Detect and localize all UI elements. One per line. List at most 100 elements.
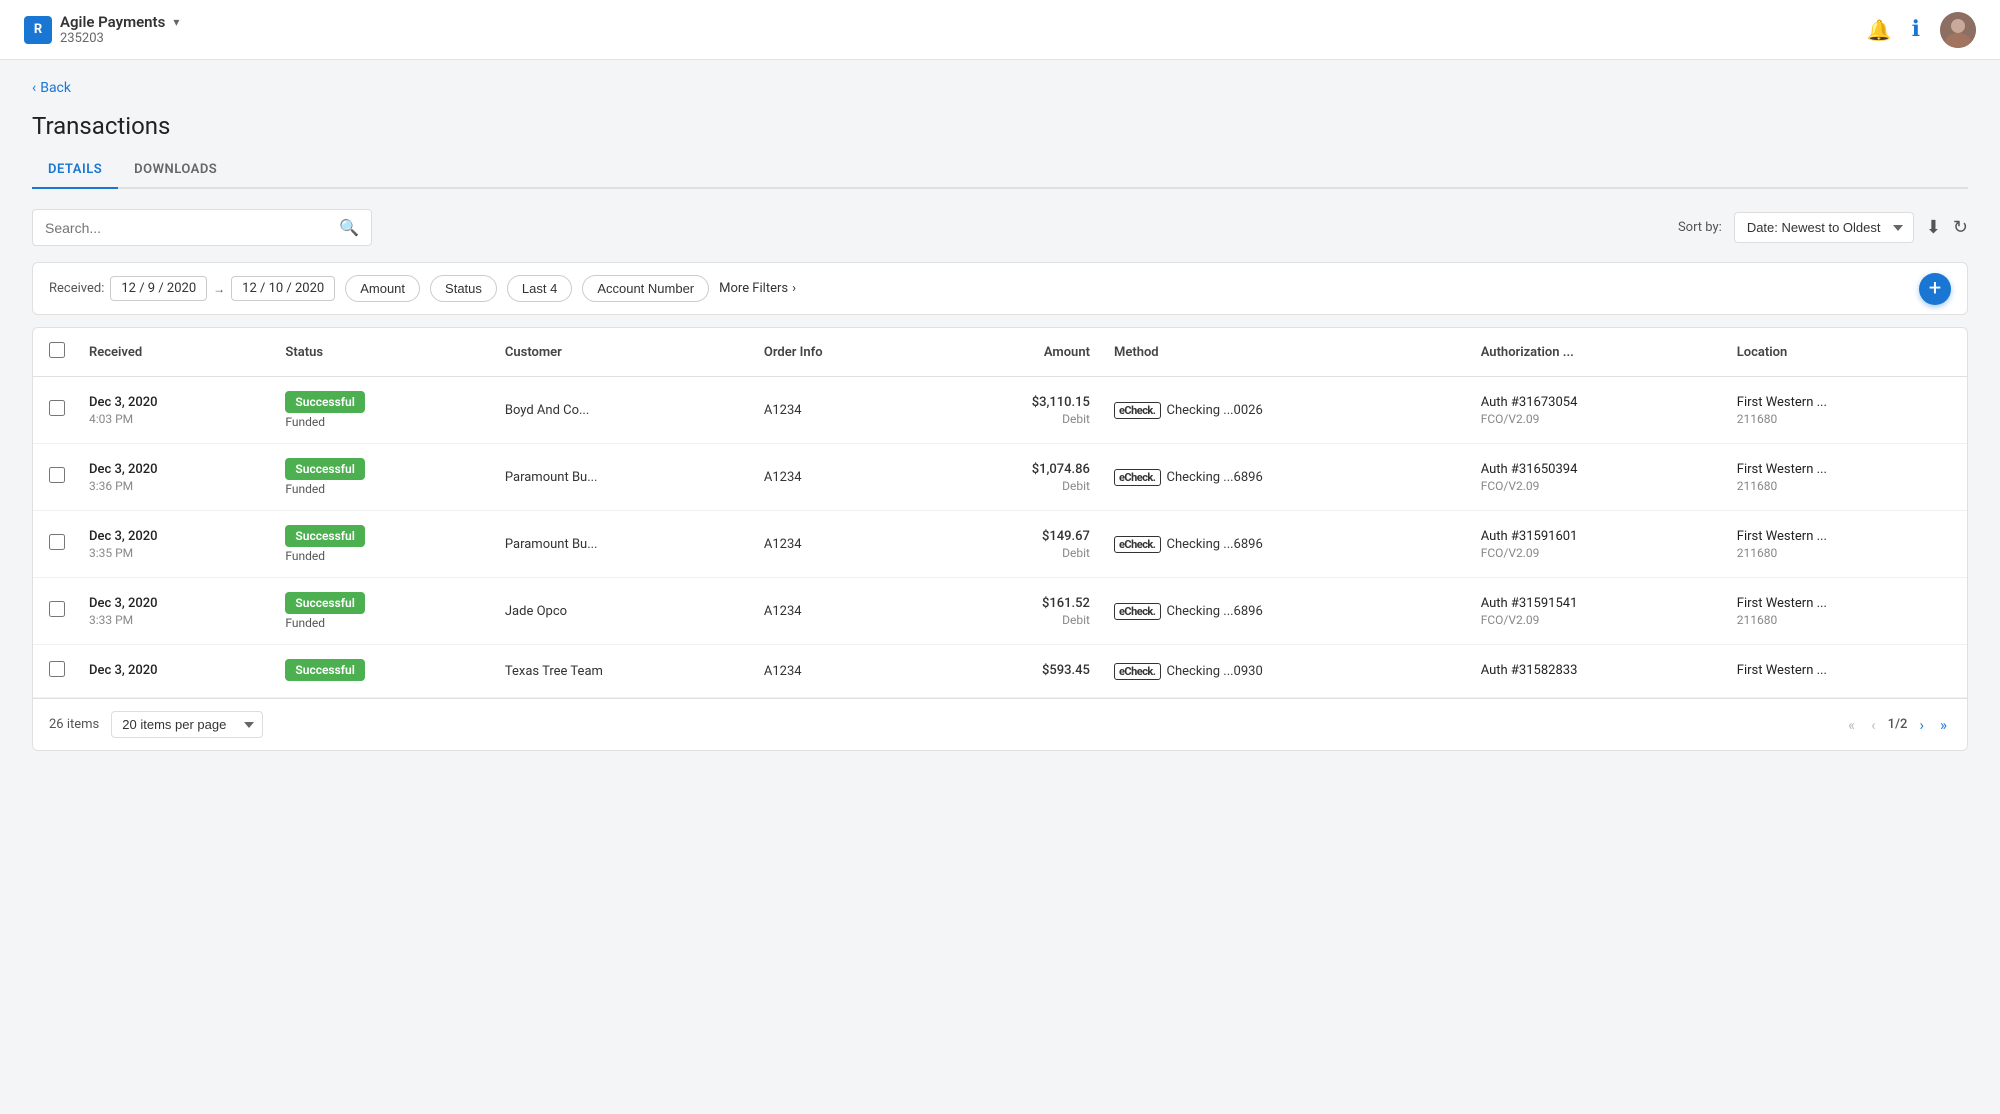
row-loc-name: First Western ... [1737, 462, 1955, 477]
row-authorization: Auth #31650394 FCO/V2.09 [1469, 444, 1725, 511]
page-title: Transactions [32, 112, 1968, 140]
row-checkbox-cell [33, 578, 77, 645]
table-footer: 26 items 10 items per page 20 items per … [33, 698, 1967, 750]
row-authorization: Auth #31591541 FCO/V2.09 [1469, 578, 1725, 645]
filter-status-button[interactable]: Status [430, 275, 497, 302]
filter-amount-button[interactable]: Amount [345, 275, 420, 302]
echeck-icon: eCheck. [1114, 663, 1161, 680]
refresh-icon[interactable]: ↻ [1953, 217, 1968, 238]
status-badge: Successful [285, 659, 364, 681]
more-filters-button[interactable]: More Filters › [719, 281, 796, 296]
company-chevron-icon[interactable]: ▾ [173, 15, 179, 29]
row-amount-type: Debit [939, 613, 1090, 627]
row-checkbox[interactable] [49, 601, 65, 617]
echeck-icon: eCheck. [1114, 603, 1161, 620]
row-auth-num: Auth #31650394 [1481, 462, 1713, 477]
row-checkbox-cell [33, 444, 77, 511]
col-location: Location [1725, 328, 1967, 377]
row-location: First Western ... [1725, 645, 1967, 698]
avatar[interactable] [1940, 12, 1976, 48]
row-method: eCheck. Checking ...6896 [1102, 444, 1469, 511]
tab-downloads[interactable]: DOWNLOADS [118, 152, 233, 189]
tab-details[interactable]: DETAILS [32, 152, 118, 189]
row-date: Dec 3, 2020 [89, 395, 261, 410]
row-amount-value: $593.45 [939, 663, 1090, 678]
row-account: Checking ...0026 [1167, 403, 1263, 418]
row-authorization: Auth #31582833 [1469, 645, 1725, 698]
row-amount: $1,074.86 Debit [927, 444, 1102, 511]
row-time: 4:03 PM [89, 412, 261, 426]
row-checkbox-cell [33, 377, 77, 444]
row-fco: FCO/V2.09 [1481, 613, 1713, 627]
prev-page-button[interactable]: ‹ [1867, 714, 1880, 736]
filter-last4-button[interactable]: Last 4 [507, 275, 572, 302]
row-received: Dec 3, 2020 3:33 PM [77, 578, 273, 645]
col-status: Status [273, 328, 492, 377]
notification-icon[interactable]: 🔔 [1867, 18, 1892, 42]
row-loc-id: 211680 [1737, 546, 1955, 560]
download-icon[interactable]: ⬇ [1926, 217, 1941, 238]
main-content: ‹ Back Transactions DETAILS DOWNLOADS 🔍 … [0, 60, 2000, 771]
next-page-button[interactable]: › [1915, 714, 1928, 736]
filter-date-from[interactable]: 12 / 9 / 2020 [110, 276, 207, 301]
echeck-icon: eCheck. [1114, 402, 1161, 419]
row-customer: Paramount Bu... [493, 511, 752, 578]
row-method: eCheck. Checking ...6896 [1102, 511, 1469, 578]
row-amount-value: $1,074.86 [939, 462, 1090, 477]
row-method: eCheck. Checking ...0026 [1102, 377, 1469, 444]
row-customer: Boyd And Co... [493, 377, 752, 444]
search-input[interactable] [45, 220, 331, 236]
search-box[interactable]: 🔍 [32, 209, 372, 246]
row-order: A1234 [752, 645, 928, 698]
row-date: Dec 3, 2020 [89, 596, 261, 611]
row-received: Dec 3, 2020 3:35 PM [77, 511, 273, 578]
row-funded: Funded [285, 616, 480, 630]
sort-select[interactable]: Date: Newest to Oldest Date: Oldest to N… [1734, 212, 1914, 243]
col-order-info: Order Info [752, 328, 928, 377]
add-filter-button[interactable]: + [1919, 273, 1951, 305]
row-location: First Western ... 211680 [1725, 377, 1967, 444]
row-status: Successful Funded [273, 511, 492, 578]
row-account: Checking ...6896 [1167, 537, 1263, 552]
more-filters-chevron-icon: › [792, 281, 796, 296]
row-authorization: Auth #31673054 FCO/V2.09 [1469, 377, 1725, 444]
back-link[interactable]: ‹ Back [32, 80, 71, 96]
first-page-button[interactable]: « [1844, 714, 1859, 736]
row-customer: Jade Opco [493, 578, 752, 645]
row-status: Successful Funded [273, 444, 492, 511]
row-account: Checking ...6896 [1167, 604, 1263, 619]
row-fco: FCO/V2.09 [1481, 479, 1713, 493]
last-page-button[interactable]: » [1936, 714, 1951, 736]
row-checkbox[interactable] [49, 400, 65, 416]
row-checkbox[interactable] [49, 467, 65, 483]
per-page-select[interactable]: 10 items per page 20 items per page 50 i… [111, 711, 263, 738]
row-order: A1234 [752, 578, 928, 645]
row-amount-value: $161.52 [939, 596, 1090, 611]
row-account: Checking ...6896 [1167, 470, 1263, 485]
table-row: Dec 3, 2020 3:36 PM Successful Funded Pa… [33, 444, 1967, 511]
row-loc-id: 211680 [1737, 479, 1955, 493]
status-badge: Successful [285, 592, 364, 614]
row-location: First Western ... 211680 [1725, 578, 1967, 645]
filter-date-to[interactable]: 12 / 10 / 2020 [231, 276, 335, 301]
row-amount-type: Debit [939, 546, 1090, 560]
row-order: A1234 [752, 377, 928, 444]
header-right: 🔔 ℹ [1867, 12, 1976, 48]
col-amount: Amount [927, 328, 1102, 377]
company-name: Agile Payments [60, 13, 165, 31]
row-authorization: Auth #31591601 FCO/V2.09 [1469, 511, 1725, 578]
table-row: Dec 3, 2020 3:33 PM Successful Funded Ja… [33, 578, 1967, 645]
header-left: R Agile Payments ▾ 235203 [24, 13, 179, 46]
row-checkbox[interactable] [49, 534, 65, 550]
select-all-checkbox[interactable] [49, 342, 65, 358]
row-account: Checking ...0930 [1167, 664, 1263, 679]
row-time: 3:36 PM [89, 479, 261, 493]
row-amount: $593.45 [927, 645, 1102, 698]
row-checkbox[interactable] [49, 661, 65, 677]
row-method: eCheck. Checking ...6896 [1102, 578, 1469, 645]
echeck-icon: eCheck. [1114, 536, 1161, 553]
filter-account-button[interactable]: Account Number [582, 275, 709, 302]
row-received: Dec 3, 2020 3:36 PM [77, 444, 273, 511]
info-icon[interactable]: ℹ [1912, 17, 1920, 42]
filter-received: Received: 12 / 9 / 2020 → 12 / 10 / 2020 [49, 276, 335, 301]
